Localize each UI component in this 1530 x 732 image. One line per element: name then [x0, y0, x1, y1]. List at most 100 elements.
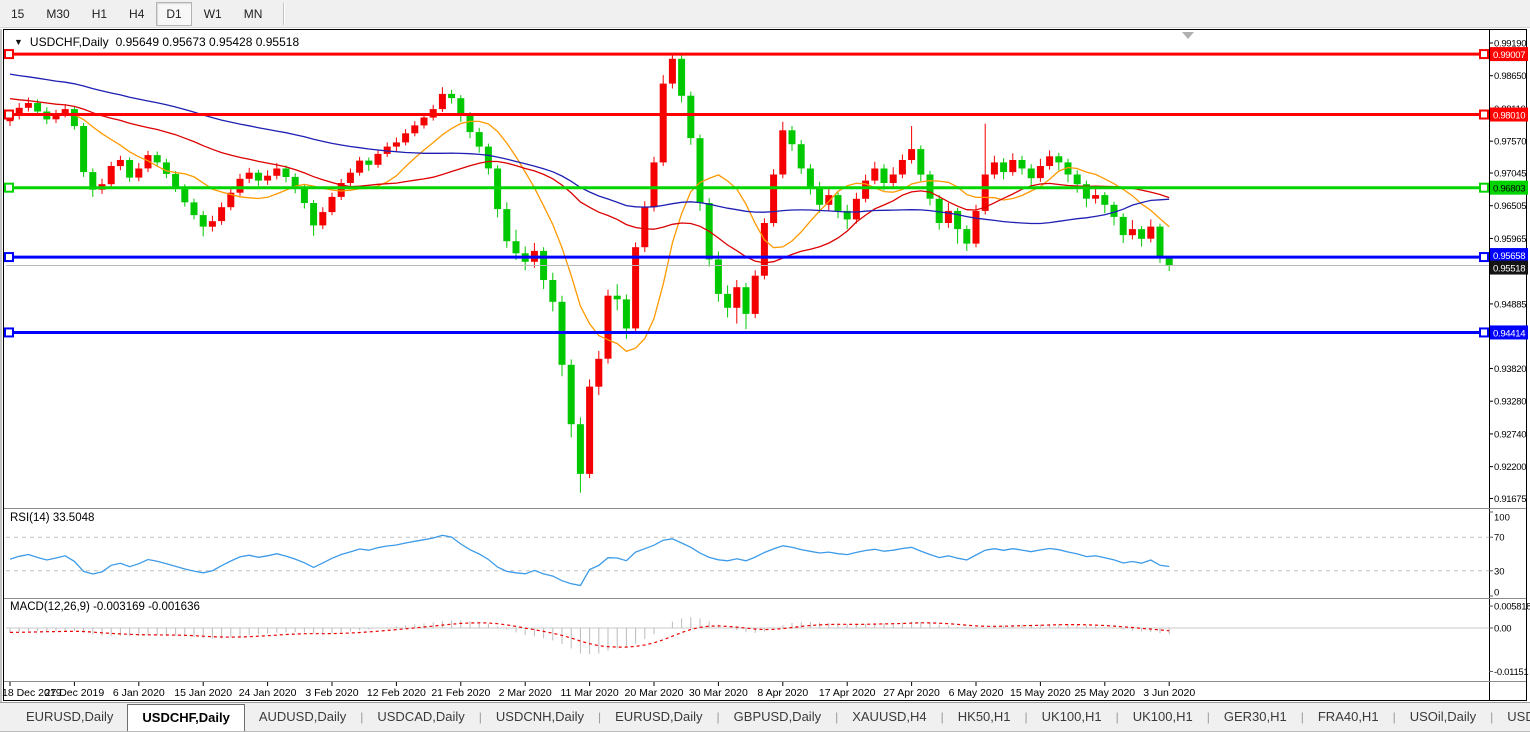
- chart-tabbar: EURUSD,DailyUSDCHF,DailyAUDUSD,Daily|USD…: [0, 702, 1530, 732]
- candle-body: [237, 179, 244, 193]
- chart-tab-fra40-h1[interactable]: FRA40,H1: [1304, 703, 1393, 731]
- timeframe-button-h1[interactable]: H1: [82, 2, 117, 26]
- hline-handle[interactable]: [5, 328, 13, 336]
- candle-body: [623, 299, 630, 328]
- svg-text:0.92200: 0.92200: [1494, 462, 1526, 473]
- candle-body: [1074, 175, 1081, 185]
- candle-body: [715, 259, 722, 294]
- candle-body: [246, 173, 253, 179]
- svg-text:0.91675: 0.91675: [1494, 494, 1526, 505]
- chart-canvas[interactable]: 0.991900.986500.981100.975700.970450.965…: [0, 0, 1530, 732]
- candle-body: [577, 424, 584, 474]
- macd-indicator-label: MACD(12,26,9) -0.003169 -0.001636: [10, 601, 200, 613]
- candle-body: [1000, 162, 1007, 172]
- candle-body: [816, 187, 823, 205]
- candle-body: [687, 96, 694, 138]
- svg-text:0.98010: 0.98010: [1493, 110, 1525, 121]
- svg-text:0.98650: 0.98650: [1494, 71, 1526, 82]
- candle-body: [200, 215, 207, 227]
- candle-body: [586, 387, 593, 474]
- mt4-window: 0.991900.986500.981100.975700.970450.965…: [0, 0, 1530, 732]
- chart-tab-xauusd-h4[interactable]: XAUUSD,H4: [838, 703, 940, 731]
- candle-body: [457, 98, 464, 115]
- candle-body: [963, 229, 970, 244]
- candle-body: [439, 94, 446, 109]
- hline-handle[interactable]: [5, 111, 13, 119]
- timeframe-button-w1[interactable]: W1: [194, 2, 232, 26]
- svg-text:24 Jan 2020: 24 Jan 2020: [239, 687, 297, 699]
- candle-body: [329, 197, 336, 212]
- hline-handle[interactable]: [1480, 253, 1488, 261]
- timeframe-button-mn[interactable]: MN: [234, 2, 273, 26]
- svg-text:6 May 2020: 6 May 2020: [949, 687, 1004, 699]
- candle-body: [614, 296, 621, 300]
- candle-body: [761, 223, 768, 276]
- svg-text:100: 100: [1494, 513, 1510, 524]
- chart-tab-usdcad-daily[interactable]: USDCAD,Daily: [363, 703, 478, 731]
- timeframe-button-15[interactable]: 15: [1, 2, 34, 26]
- candle-body: [1147, 227, 1154, 239]
- hline-handle[interactable]: [1480, 184, 1488, 192]
- svg-text:8 Apr 2020: 8 Apr 2020: [757, 687, 808, 699]
- candle-body: [1101, 195, 1108, 205]
- timeframe-button-h4[interactable]: H4: [119, 2, 154, 26]
- chart-tab-eurusd-daily[interactable]: EURUSD,Daily: [601, 703, 716, 731]
- svg-text:15 May 2020: 15 May 2020: [1010, 687, 1071, 699]
- candle-body: [853, 199, 860, 220]
- svg-text:0.93280: 0.93280: [1494, 397, 1526, 408]
- svg-text:30: 30: [1494, 566, 1505, 577]
- svg-text:0.92740: 0.92740: [1494, 429, 1526, 440]
- hline-handle[interactable]: [5, 253, 13, 261]
- chart-tab-usdjpy-h1[interactable]: USDJPY,H1: [1493, 703, 1530, 731]
- svg-text:27 Apr 2020: 27 Apr 2020: [883, 687, 940, 699]
- candle-body: [752, 276, 759, 314]
- timeframe-button-d1[interactable]: D1: [156, 2, 191, 26]
- svg-text:3 Jun 2020: 3 Jun 2020: [1143, 687, 1195, 699]
- candle-body: [1166, 258, 1173, 266]
- chart-tab-uk100-h1[interactable]: UK100,H1: [1119, 703, 1207, 731]
- svg-text:11 Mar 2020: 11 Mar 2020: [561, 687, 619, 699]
- hline-handle[interactable]: [1480, 50, 1488, 58]
- candle-body: [651, 162, 658, 207]
- chart-tab-hk50-h1[interactable]: HK50,H1: [944, 703, 1025, 731]
- svg-text:0.93820: 0.93820: [1494, 364, 1526, 375]
- candle-body: [25, 103, 32, 108]
- svg-text:0.00: 0.00: [1494, 624, 1511, 635]
- candle-body: [881, 169, 888, 184]
- candle-body: [789, 130, 796, 144]
- chart-tab-usdchf-daily[interactable]: USDCHF,Daily: [127, 704, 244, 731]
- svg-text:0.95965: 0.95965: [1494, 234, 1526, 245]
- candle-body: [641, 207, 648, 247]
- chart-tab-ger30-h1[interactable]: GER30,H1: [1210, 703, 1301, 731]
- chart-tabs: EURUSD,DailyUSDCHF,DailyAUDUSD,Daily|USD…: [12, 703, 1530, 731]
- candle-body: [1092, 195, 1099, 199]
- candle-body: [917, 149, 924, 175]
- price-axis: 0.991900.986500.981100.975700.970450.965…: [1489, 39, 1528, 505]
- timeframe-toolbar: 15M30H1H4D1W1MN: [0, 0, 1530, 28]
- chart-tab-eurusd-daily[interactable]: EURUSD,Daily: [12, 703, 127, 731]
- chart-tab-audusd-daily[interactable]: AUDUSD,Daily: [245, 703, 360, 731]
- chart-tab-uk100-h1[interactable]: UK100,H1: [1028, 703, 1116, 731]
- chart-tab-usoil-daily[interactable]: USOil,Daily: [1396, 703, 1490, 731]
- candle-body: [485, 147, 492, 169]
- hline-handle[interactable]: [5, 50, 13, 58]
- chart-tab-usdcnh-daily[interactable]: USDCNH,Daily: [482, 703, 598, 731]
- svg-text:0.97045: 0.97045: [1494, 169, 1526, 180]
- timeframe-button-m30[interactable]: M30: [36, 2, 79, 26]
- candle-body: [365, 161, 372, 165]
- hline-handle[interactable]: [1480, 328, 1488, 336]
- candle-body: [411, 125, 418, 133]
- candle-body: [356, 161, 363, 173]
- candle-body: [1157, 227, 1164, 258]
- svg-text:0: 0: [1494, 588, 1499, 599]
- hline-handle[interactable]: [1480, 111, 1488, 119]
- candle-body: [448, 94, 455, 98]
- candle-body: [1037, 166, 1044, 178]
- hline-handle[interactable]: [5, 184, 13, 192]
- candle-body: [1046, 156, 1053, 166]
- candle-body: [660, 84, 667, 163]
- svg-text:-0.01151: -0.01151: [1494, 667, 1528, 678]
- chart-tab-gbpusd-daily[interactable]: GBPUSD,Daily: [720, 703, 835, 731]
- chart-dropdown-icon[interactable]: ▼: [14, 37, 23, 47]
- svg-text:0.005818: 0.005818: [1494, 602, 1530, 613]
